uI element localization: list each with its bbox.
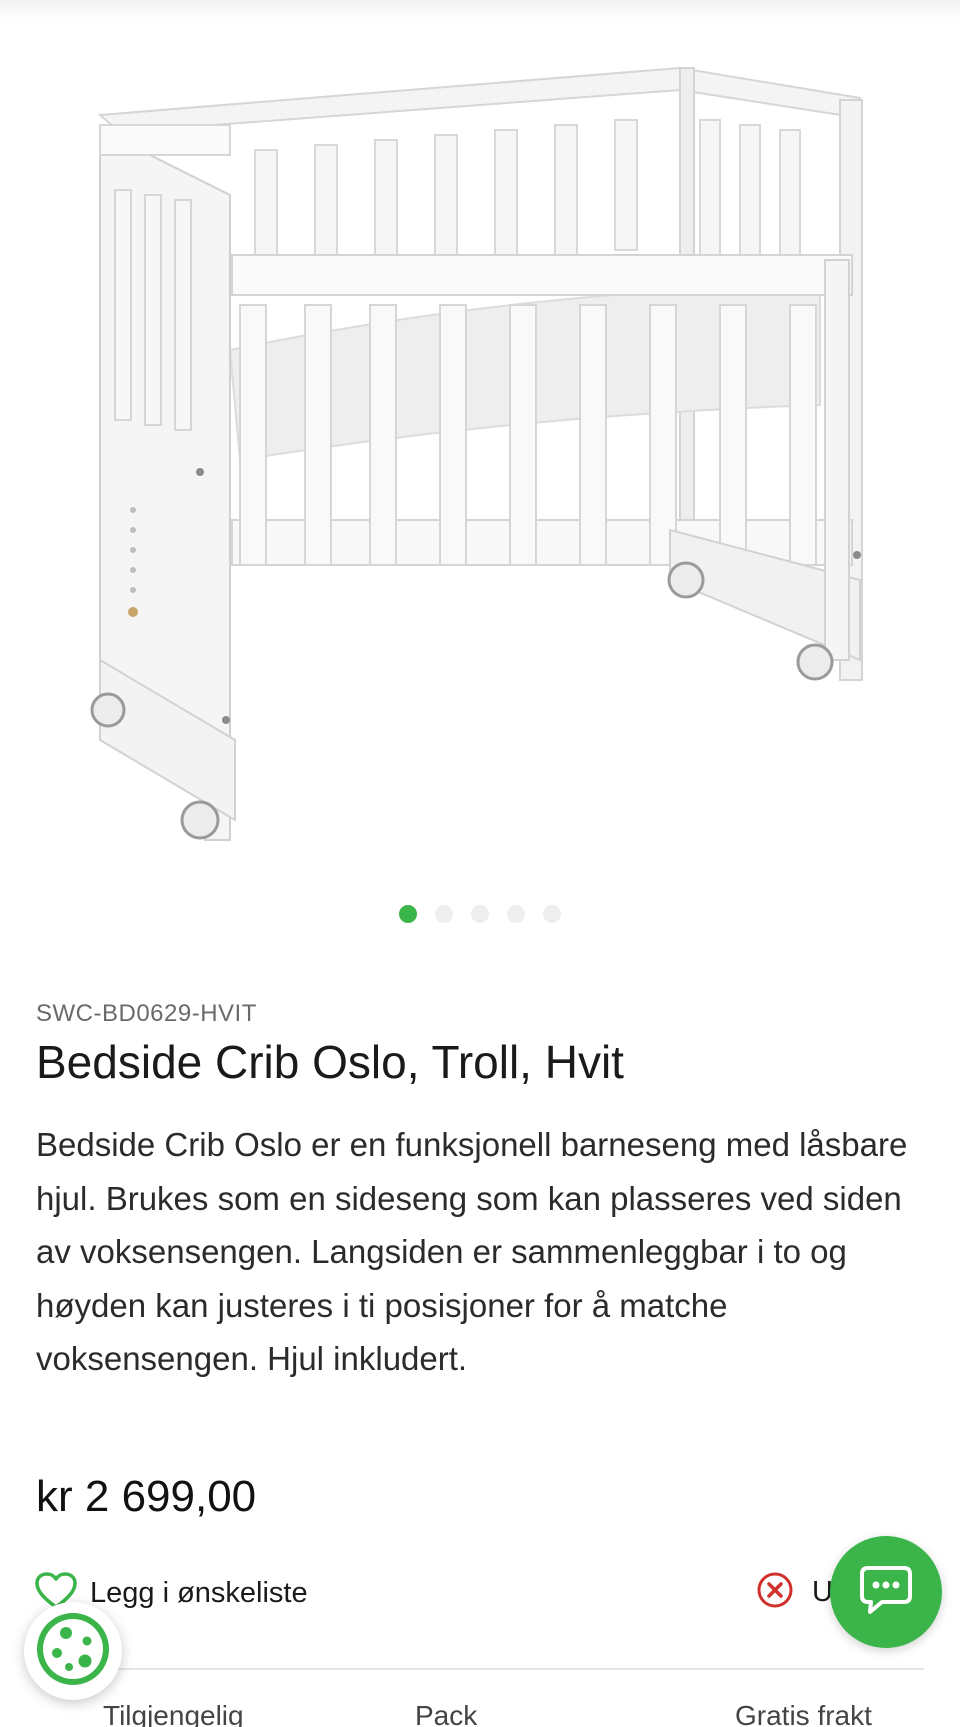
carousel-dot[interactable] (543, 905, 561, 923)
carousel-dot[interactable] (507, 905, 525, 923)
tab-pack[interactable]: Pack (415, 1700, 477, 1727)
tab-availability[interactable]: Tilgjengelig (103, 1700, 244, 1727)
product-description: Bedside Crib Oslo er en funksjonell barn… (36, 1126, 908, 1377)
section-divider (36, 1668, 924, 1670)
tab-free-shipping[interactable]: Gratis frakt (735, 1700, 872, 1727)
product-image (90, 66, 863, 841)
top-bar-shadow (0, 0, 960, 20)
cookie-icon (33, 1609, 113, 1694)
carousel-dot[interactable] (399, 905, 417, 923)
info-tabs: Tilgjengelig Pack Gratis frakt (0, 1700, 960, 1727)
cookie-settings-button[interactable] (24, 1602, 122, 1700)
product-price: kr 2 699,00 (36, 1472, 257, 1521)
wishlist-label: Legg i ønskeliste (90, 1576, 308, 1609)
product-image-gallery[interactable] (0, 20, 960, 900)
carousel-dot[interactable] (471, 905, 489, 923)
carousel-pagination (0, 905, 960, 923)
carousel-dot[interactable] (435, 905, 453, 923)
product-title: Bedside Crib Oslo, Troll, Hvit (36, 1036, 624, 1088)
chat-button[interactable] (830, 1536, 942, 1648)
product-sku: SWC-BD0629-HVIT (36, 1000, 257, 1027)
chat-bubble-icon (858, 1564, 914, 1621)
stock-status: U (756, 1570, 833, 1614)
x-circle-icon (756, 1571, 794, 1614)
